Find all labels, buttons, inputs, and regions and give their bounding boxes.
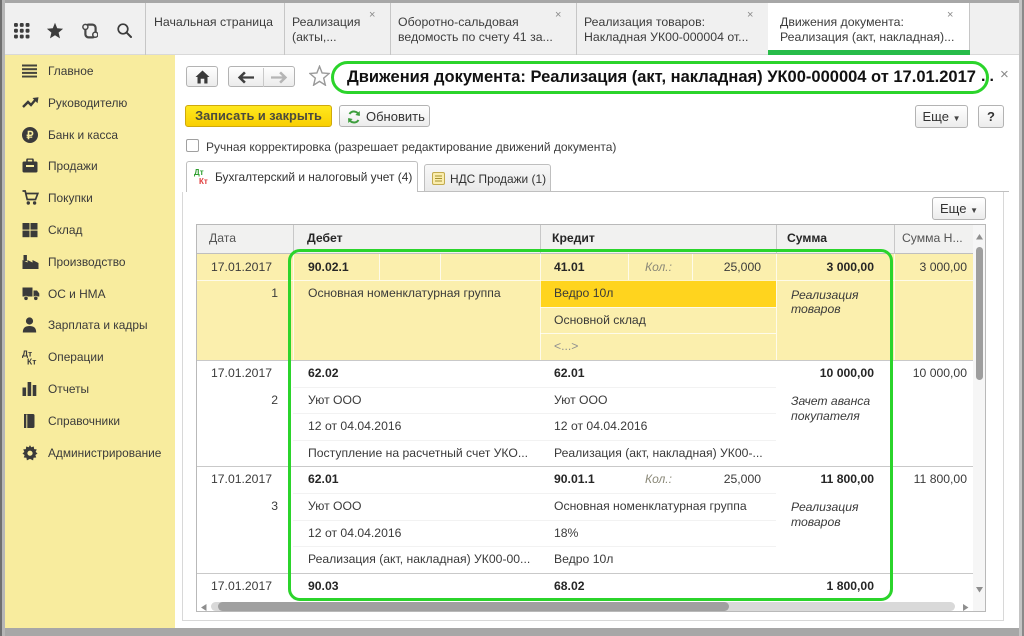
svg-text:₽: ₽ bbox=[27, 130, 34, 142]
svg-text:Кт: Кт bbox=[27, 357, 36, 366]
svg-text:Кт: Кт bbox=[199, 177, 208, 185]
svg-text:Дт: Дт bbox=[194, 168, 204, 177]
